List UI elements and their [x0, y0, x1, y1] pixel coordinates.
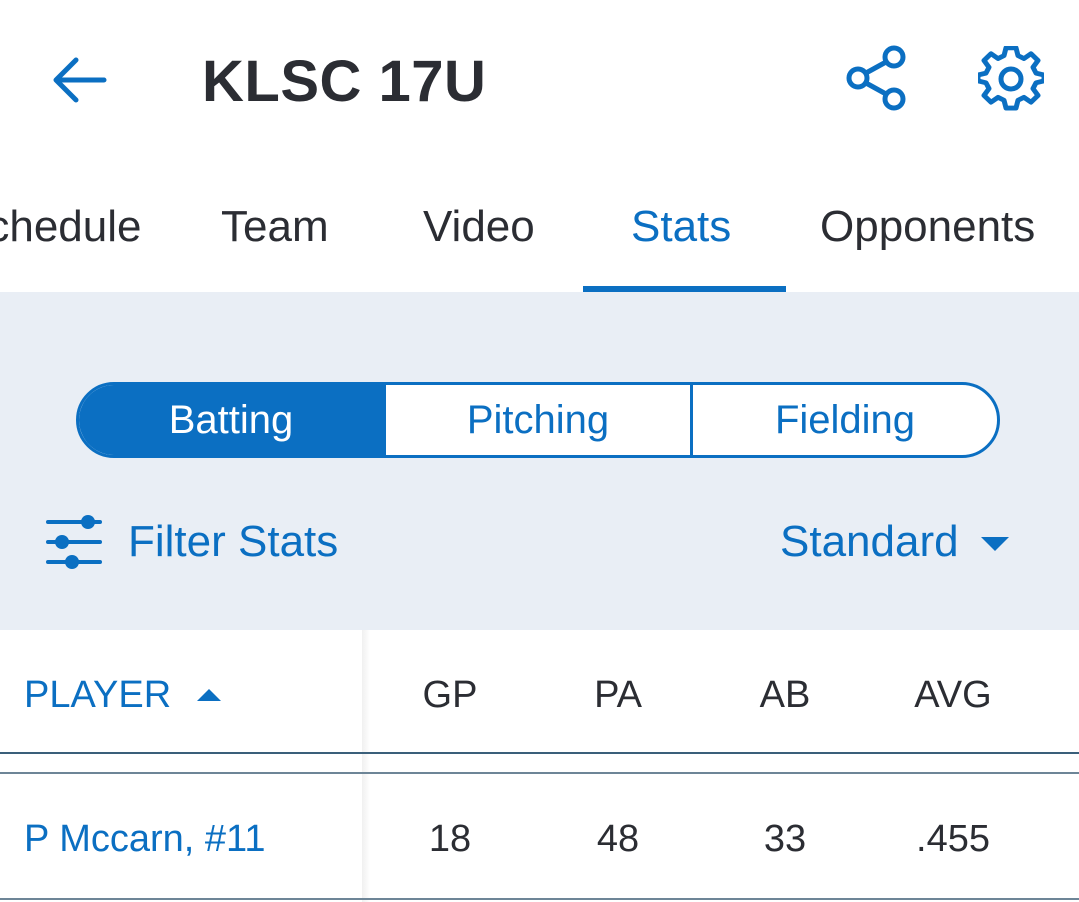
header-divider-secondary	[0, 772, 1079, 774]
tab-schedule[interactable]: Schedule	[0, 199, 141, 255]
cell-ab: 33	[763, 818, 807, 860]
stats-table: PLAYER GP PA AB AVG P Mccarn, #11 18 48 …	[0, 630, 1079, 902]
page-title: KLSC 17U	[202, 49, 487, 114]
column-header-ab[interactable]: AB	[725, 672, 845, 718]
tab-bar: Schedule Team Video Stats Opponents	[0, 165, 1079, 292]
segment-pitching[interactable]: Pitching	[383, 385, 690, 455]
view-select-value: Standard	[780, 517, 959, 566]
column-header-gp[interactable]: GP	[390, 672, 510, 718]
sliders-icon	[46, 515, 102, 569]
tab-stats[interactable]: Stats	[631, 199, 731, 255]
view-select-dropdown[interactable]: Standard	[780, 512, 1009, 572]
cell-pa: 48	[596, 818, 640, 860]
filter-stats-label: Filter Stats	[128, 517, 339, 566]
gear-icon[interactable]	[978, 46, 1044, 112]
row-divider	[0, 898, 1079, 900]
caret-up-icon	[197, 689, 222, 701]
filter-stats-button[interactable]: Filter Stats	[44, 512, 338, 572]
column-header-pa[interactable]: PA	[558, 672, 678, 718]
caret-down-icon	[980, 537, 1009, 551]
column-header-avg[interactable]: AVG	[893, 672, 1013, 718]
column-header-player[interactable]: PLAYER	[24, 672, 222, 718]
cell-avg: .455	[916, 818, 990, 860]
share-icon[interactable]	[846, 45, 908, 111]
tab-team[interactable]: Team	[221, 199, 329, 255]
stat-type-segmented-control: Batting Pitching Fielding	[76, 382, 1000, 458]
stats-controls-panel: Batting Pitching Fielding Filter Stats S…	[0, 292, 1079, 630]
player-name-link[interactable]: P Mccarn, #11	[24, 816, 266, 862]
segment-batting[interactable]: Batting	[79, 385, 383, 455]
column-header-player-label: PLAYER	[24, 674, 172, 716]
tab-video[interactable]: Video	[423, 199, 535, 255]
header-divider	[0, 752, 1079, 754]
segment-fielding[interactable]: Fielding	[690, 385, 997, 455]
arrow-left-icon[interactable]	[48, 50, 110, 110]
app-header: KLSC 17U	[0, 0, 1079, 165]
tab-opponents[interactable]: Opponents	[820, 199, 1035, 255]
frozen-column-shadow	[362, 630, 370, 902]
cell-gp: 18	[428, 818, 472, 860]
